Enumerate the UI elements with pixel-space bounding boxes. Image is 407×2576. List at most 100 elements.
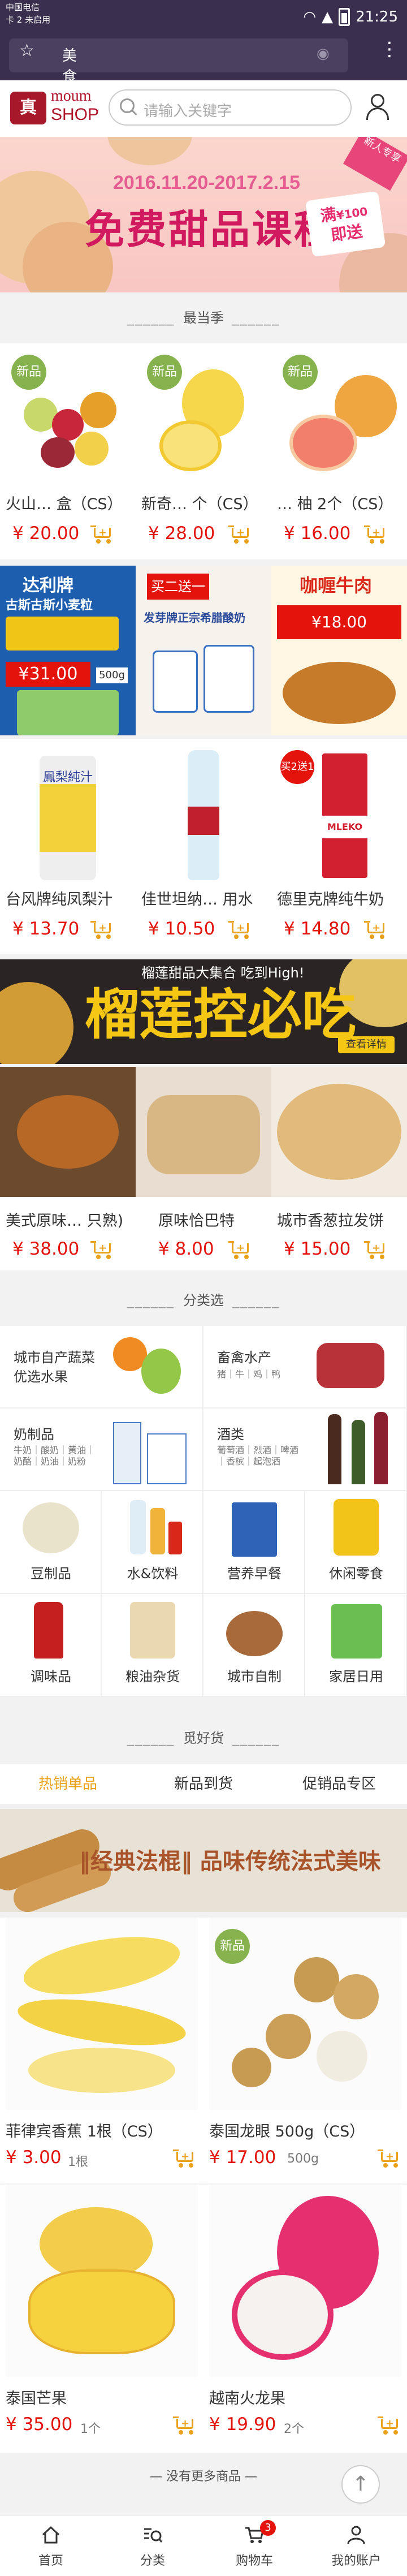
product-card[interactable]: 美式原味… 只熟) ¥ 38.00 + bbox=[0, 1067, 136, 1270]
product-card[interactable]: 泰国芒果 ¥ 35.00 1个 + bbox=[0, 2185, 204, 2453]
product-name: 原味恰巴特 bbox=[158, 1212, 235, 1230]
product-card[interactable]: 城市香葱拉发饼 ¥ 15.00 + bbox=[271, 1067, 407, 1270]
logo-mark: 真 bbox=[10, 92, 46, 124]
product-image bbox=[0, 1067, 136, 1197]
nav-cart[interactable]: 3 购物车 bbox=[204, 2515, 305, 2576]
promo-banner[interactable]: 2016.11.20-2017.2.15 免费甜品课程 新人专享 满¥100 即… bbox=[0, 137, 407, 292]
product-card[interactable]: 新品 新奇… 个（CS） ¥ 28.00 + bbox=[136, 343, 271, 559]
new-badge: 新品 bbox=[215, 1929, 250, 1964]
section-header-goods: ______ 觅好货 ______ bbox=[127, 1730, 280, 1746]
promo-tile[interactable]: 买二送一 发芽牌正宗希腊酸奶 bbox=[136, 566, 271, 735]
box-label: MLEKO bbox=[322, 816, 367, 838]
add-to-cart-icon[interactable]: + bbox=[90, 524, 113, 544]
promo-tile[interactable]: 咖喱牛肉 ¥18.00 bbox=[271, 566, 407, 735]
add-to-cart-icon[interactable]: + bbox=[364, 920, 387, 939]
category-tofu[interactable]: 豆制品 bbox=[0, 1491, 102, 1594]
nav-home[interactable]: 首页 bbox=[0, 2515, 102, 2576]
product-card[interactable]: 鳳梨純汁 台风牌纯凤梨汁 ¥ 13.70 + bbox=[0, 739, 136, 954]
category-snacks[interactable]: 休闲零食 bbox=[305, 1491, 407, 1594]
search-input[interactable]: 请输入关键字 bbox=[109, 89, 352, 126]
product-image bbox=[6, 1918, 198, 2110]
category-drinks[interactable]: 水&饮料 bbox=[102, 1491, 204, 1594]
product-price: ¥ 28.00 bbox=[148, 523, 215, 544]
category-condiments[interactable]: 调味品 bbox=[0, 1594, 102, 1697]
product-card[interactable]: 新品 … 柚 2个（CS） ¥ 16.00 + bbox=[271, 343, 407, 559]
add-to-cart-icon[interactable]: + bbox=[173, 2148, 196, 2168]
nav-account[interactable]: 我的账户 bbox=[305, 2515, 407, 2576]
add-to-cart-icon[interactable]: + bbox=[378, 2415, 400, 2435]
category-homemade[interactable]: 城市自制 bbox=[204, 1594, 305, 1697]
category-household[interactable]: 家居日用 bbox=[305, 1594, 407, 1697]
product-image bbox=[170, 750, 237, 880]
product-card[interactable]: 佳世坦纳… 用水 ¥ 10.50 + bbox=[136, 739, 271, 954]
can-label: 鳳梨純汁 bbox=[42, 770, 93, 785]
category-grains-oil[interactable]: 粮油杂货 bbox=[102, 1594, 204, 1697]
product-price: ¥ 20.00 bbox=[12, 523, 80, 544]
product-card[interactable]: 新品 火山… 盒（CS） ¥ 20.00 + bbox=[0, 343, 136, 559]
product-unit: 1个 bbox=[80, 2422, 101, 2436]
product-name: 火山… 盒（CS） bbox=[6, 496, 123, 513]
status-right: ◠ ▲ 21:25 bbox=[303, 8, 398, 26]
product-price: ¥ 10.50 bbox=[148, 919, 215, 939]
product-image bbox=[209, 2185, 401, 2377]
category-alcohol[interactable]: 酒类 葡萄酒｜烈酒｜啤酒｜香槟｜起泡酒 bbox=[204, 1408, 407, 1491]
product-image bbox=[6, 2185, 198, 2377]
banner-title: 免费甜品课程 bbox=[85, 206, 336, 253]
product-card[interactable]: 新品 泰国龙眼 500g（CS） ¥ 17.00 500g + bbox=[204, 1918, 407, 2183]
product-unit: 2个 bbox=[284, 2422, 304, 2436]
tab-promotions[interactable]: 促销品专区 bbox=[271, 1764, 407, 1804]
product-name: 台风牌纯凤梨汁 bbox=[6, 891, 112, 908]
category-dairy[interactable]: 奶制品 牛奶｜酸奶｜黄油｜奶酪｜奶油｜奶粉 bbox=[0, 1408, 204, 1491]
product-price: ¥ 13.70 bbox=[12, 919, 80, 939]
product-name: 佳世坦纳… 用水 bbox=[141, 891, 253, 908]
eye-icon[interactable]: ◉ bbox=[317, 45, 330, 62]
category-breakfast[interactable]: 营养早餐 bbox=[204, 1491, 305, 1594]
section-header-categories: ______ 分类选 ______ bbox=[127, 1293, 280, 1308]
product-name: 越南火龙果 bbox=[209, 2390, 285, 2407]
add-to-cart-icon[interactable]: + bbox=[228, 920, 251, 939]
tab-hot-items[interactable]: 热销单品 bbox=[0, 1764, 136, 1804]
more-menu-icon[interactable]: ⋮ bbox=[380, 40, 399, 59]
product-card[interactable]: 菲律宾香蕉 1根（CS） ¥ 3.00 1根 + bbox=[0, 1918, 204, 2183]
site-logo[interactable]: 真 moum SHOP bbox=[10, 87, 101, 128]
product-card[interactable]: 买2送1 MLEKO 德里克牌纯牛奶 ¥ 14.80 + bbox=[271, 739, 407, 954]
user-icon[interactable] bbox=[365, 94, 390, 120]
battery-icon bbox=[339, 8, 350, 26]
star-icon[interactable]: ☆ bbox=[19, 41, 34, 61]
search-icon bbox=[120, 98, 135, 113]
product-name: 新奇… 个（CS） bbox=[141, 496, 258, 513]
nav-category[interactable]: 分类 bbox=[102, 2515, 204, 2576]
product-card[interactable]: 原味恰巴特 ¥ 8.00 + bbox=[136, 1067, 271, 1270]
promo-tile[interactable]: 达利牌 古斯古斯小麦粒 ¥31.00 500g bbox=[0, 566, 136, 735]
category-vegetables-fruits[interactable]: 城市自产蔬菜 优选水果 bbox=[0, 1326, 204, 1408]
signal-icon: ▲ bbox=[322, 8, 334, 25]
product-name: 泰国芒果 bbox=[6, 2390, 67, 2407]
back-to-top-button[interactable]: ↑ bbox=[341, 2465, 380, 2504]
add-to-cart-icon[interactable]: + bbox=[378, 2148, 400, 2168]
add-to-cart-icon[interactable]: + bbox=[90, 1240, 113, 1259]
add-to-cart-icon[interactable]: + bbox=[228, 1240, 251, 1259]
baguette-banner[interactable]: ‖经典法棍‖ 品味传统法式美味 bbox=[0, 1809, 407, 1912]
product-name: 德里克牌纯牛奶 bbox=[277, 891, 384, 908]
product-price: ¥ 19.90 bbox=[209, 2414, 276, 2435]
product-price: ¥ 15.00 bbox=[284, 1239, 351, 1259]
carrier-text: 中国电信 bbox=[6, 2, 40, 12]
add-to-cart-icon[interactable]: + bbox=[364, 524, 387, 544]
banner-coupon: 满¥100 即送 bbox=[305, 191, 386, 257]
add-to-cart-icon[interactable]: + bbox=[364, 1240, 387, 1259]
durian-banner[interactable]: 榴莲控必吃 榴莲甜品大集合 吃到High! 查看详情 bbox=[0, 959, 407, 1064]
add-to-cart-icon[interactable]: + bbox=[228, 524, 251, 544]
product-card[interactable]: 越南火龙果 ¥ 19.90 2个 + bbox=[204, 2185, 407, 2453]
category-meat-seafood[interactable]: 畜禽水产 猪｜牛｜鸡｜鸭 bbox=[204, 1326, 407, 1408]
new-badge: 新品 bbox=[147, 355, 182, 390]
add-to-cart-icon[interactable]: + bbox=[90, 920, 113, 939]
url-box[interactable] bbox=[9, 38, 348, 72]
logo-text-top: moum bbox=[51, 87, 92, 105]
view-details-button[interactable]: 查看详情 bbox=[338, 1036, 395, 1053]
wifi-icon: ◠ bbox=[303, 8, 317, 25]
bottom-nav: 首页 分类 3 购物车 我的账户 bbox=[0, 2515, 407, 2576]
search-placeholder: 请输入关键字 bbox=[144, 103, 232, 120]
baguette-banner-text: ‖经典法棍‖ 品味传统法式美味 bbox=[79, 1849, 381, 1875]
add-to-cart-icon[interactable]: + bbox=[173, 2415, 196, 2435]
tab-new-arrivals[interactable]: 新品到货 bbox=[136, 1764, 271, 1804]
